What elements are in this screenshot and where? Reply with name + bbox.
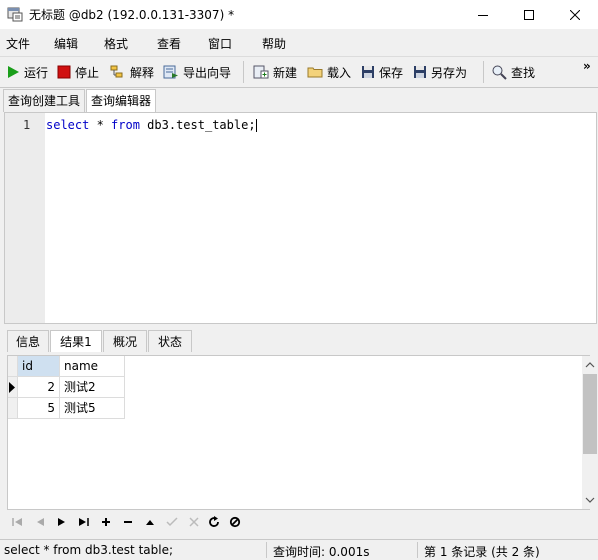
status-separator <box>417 542 418 558</box>
sql-code-line: select * from db3.test_table; <box>46 118 257 132</box>
row-indicator <box>8 398 18 419</box>
toolbar-overflow-button[interactable]: » <box>583 57 591 75</box>
toolbar: 运行 停止 解释 导出向导 新建 载入 保存 另存为 查找 » <box>0 56 598 88</box>
status-separator <box>266 542 267 558</box>
explain-button[interactable]: 解释 <box>110 63 154 81</box>
menu-format[interactable]: 格式 <box>104 35 128 52</box>
window-title: 无标题 @db2 (192.0.0.131-3307) * <box>29 8 235 22</box>
menu-bar: 文件 编辑 格式 查看 窗口 帮助 <box>0 29 598 56</box>
find-label: 查找 <box>511 65 536 80</box>
load-label: 载入 <box>327 65 352 80</box>
close-button[interactable] <box>552 0 598 29</box>
row-indicator <box>8 377 18 398</box>
tab-query-editor[interactable]: 查询编辑器 <box>86 89 157 112</box>
save-button[interactable]: 保存 <box>361 63 403 81</box>
app-icon <box>7 6 23 22</box>
menu-view[interactable]: 查看 <box>157 35 181 52</box>
toolbar-separator <box>483 61 484 83</box>
menu-help[interactable]: 帮助 <box>262 35 286 52</box>
triangle-up-icon <box>146 520 154 525</box>
last-icon <box>79 518 89 526</box>
export-wizard-label: 导出向导 <box>183 65 232 80</box>
title-bar: 无标题 @db2 (192.0.0.131-3307) * <box>0 0 598 29</box>
next-icon <box>58 518 65 526</box>
tab-info[interactable]: 信息 <box>7 330 49 352</box>
status-sql: select * from db3.test table; <box>4 543 174 557</box>
stop-icon <box>57 65 71 79</box>
load-button[interactable]: 载入 <box>307 63 351 81</box>
toolbar-separator <box>243 61 244 83</box>
refresh-button[interactable] <box>206 514 222 530</box>
prev-record-button[interactable] <box>32 514 48 530</box>
maximize-button[interactable] <box>506 0 552 29</box>
cell-id[interactable]: 2 <box>18 377 60 398</box>
minimize-button[interactable] <box>460 0 506 29</box>
cell-name[interactable]: 测试5 <box>60 398 125 419</box>
save-as-label: 另存为 <box>431 65 468 80</box>
search-icon <box>492 65 507 80</box>
first-icon <box>12 518 22 526</box>
new-icon <box>253 65 269 79</box>
menu-file[interactable]: 文件 <box>6 35 30 52</box>
stop-refresh-button[interactable] <box>227 514 243 530</box>
column-header-name[interactable]: name <box>60 356 125 377</box>
save-as-button[interactable]: 另存为 <box>413 63 467 81</box>
check-icon <box>166 517 178 527</box>
sql-keyword-select: select <box>46 118 90 132</box>
row-header-corner <box>8 356 18 377</box>
sql-table-text: db3.test_table; <box>139 118 256 132</box>
line-gutter <box>5 113 45 323</box>
apply-button[interactable] <box>164 514 180 530</box>
tab-query-builder[interactable]: 查询创建工具 <box>3 89 86 112</box>
x-icon <box>189 517 199 527</box>
menu-edit[interactable]: 编辑 <box>54 35 78 52</box>
sql-text: * <box>89 118 112 132</box>
save-label: 保存 <box>379 65 404 80</box>
cell-id[interactable]: 5 <box>18 398 60 419</box>
tab-result1[interactable]: 结果1 <box>50 330 102 352</box>
status-bar: select * from db3.test table; 查询时间: 0.00… <box>0 539 598 560</box>
text-cursor <box>255 119 257 132</box>
delete-record-button[interactable] <box>120 514 136 530</box>
cancel-edit-button[interactable] <box>186 514 202 530</box>
export-wizard-button[interactable]: 导出向导 <box>163 63 231 81</box>
current-row-arrow-icon <box>9 382 15 393</box>
last-record-button[interactable] <box>76 514 92 530</box>
find-button[interactable]: 查找 <box>491 63 535 81</box>
sql-keyword-from: from <box>111 118 140 132</box>
run-button[interactable]: 运行 <box>6 63 48 81</box>
tab-status[interactable]: 状态 <box>148 330 192 352</box>
minus-icon <box>124 521 132 523</box>
status-record: 第 1 条记录 (共 2 条) <box>424 545 540 559</box>
result-grid[interactable]: id name 2 测试2 5 测试5 <box>7 355 598 510</box>
plus-icon <box>102 518 110 526</box>
explain-icon <box>110 65 123 78</box>
save-icon <box>362 66 374 78</box>
stop-label: 停止 <box>75 65 100 80</box>
save-as-icon <box>414 66 426 78</box>
stop-circle-icon <box>229 516 241 528</box>
edit-up-button[interactable] <box>142 514 158 530</box>
new-button[interactable]: 新建 <box>253 63 297 81</box>
explain-label: 解释 <box>130 65 155 80</box>
run-icon <box>8 66 19 78</box>
sql-editor[interactable]: 1 select * from db3.test_table; <box>4 112 597 324</box>
cell-name[interactable]: 测试2 <box>60 377 125 398</box>
line-number: 1 <box>23 118 31 132</box>
add-record-button[interactable] <box>98 514 114 530</box>
status-query-time: 查询时间: 0.001s <box>273 545 370 559</box>
prev-icon <box>37 518 44 526</box>
stop-button[interactable]: 停止 <box>57 63 99 81</box>
column-header-id[interactable]: id <box>18 356 60 377</box>
run-label: 运行 <box>24 65 49 80</box>
vertical-scrollbar[interactable] <box>582 356 598 509</box>
folder-icon <box>307 67 323 78</box>
export-icon <box>163 65 178 79</box>
next-record-button[interactable] <box>54 514 70 530</box>
tab-profile[interactable]: 概况 <box>103 330 147 352</box>
first-record-button[interactable] <box>10 514 26 530</box>
new-label: 新建 <box>273 65 298 80</box>
menu-window[interactable]: 窗口 <box>208 35 232 52</box>
refresh-icon <box>209 516 219 527</box>
